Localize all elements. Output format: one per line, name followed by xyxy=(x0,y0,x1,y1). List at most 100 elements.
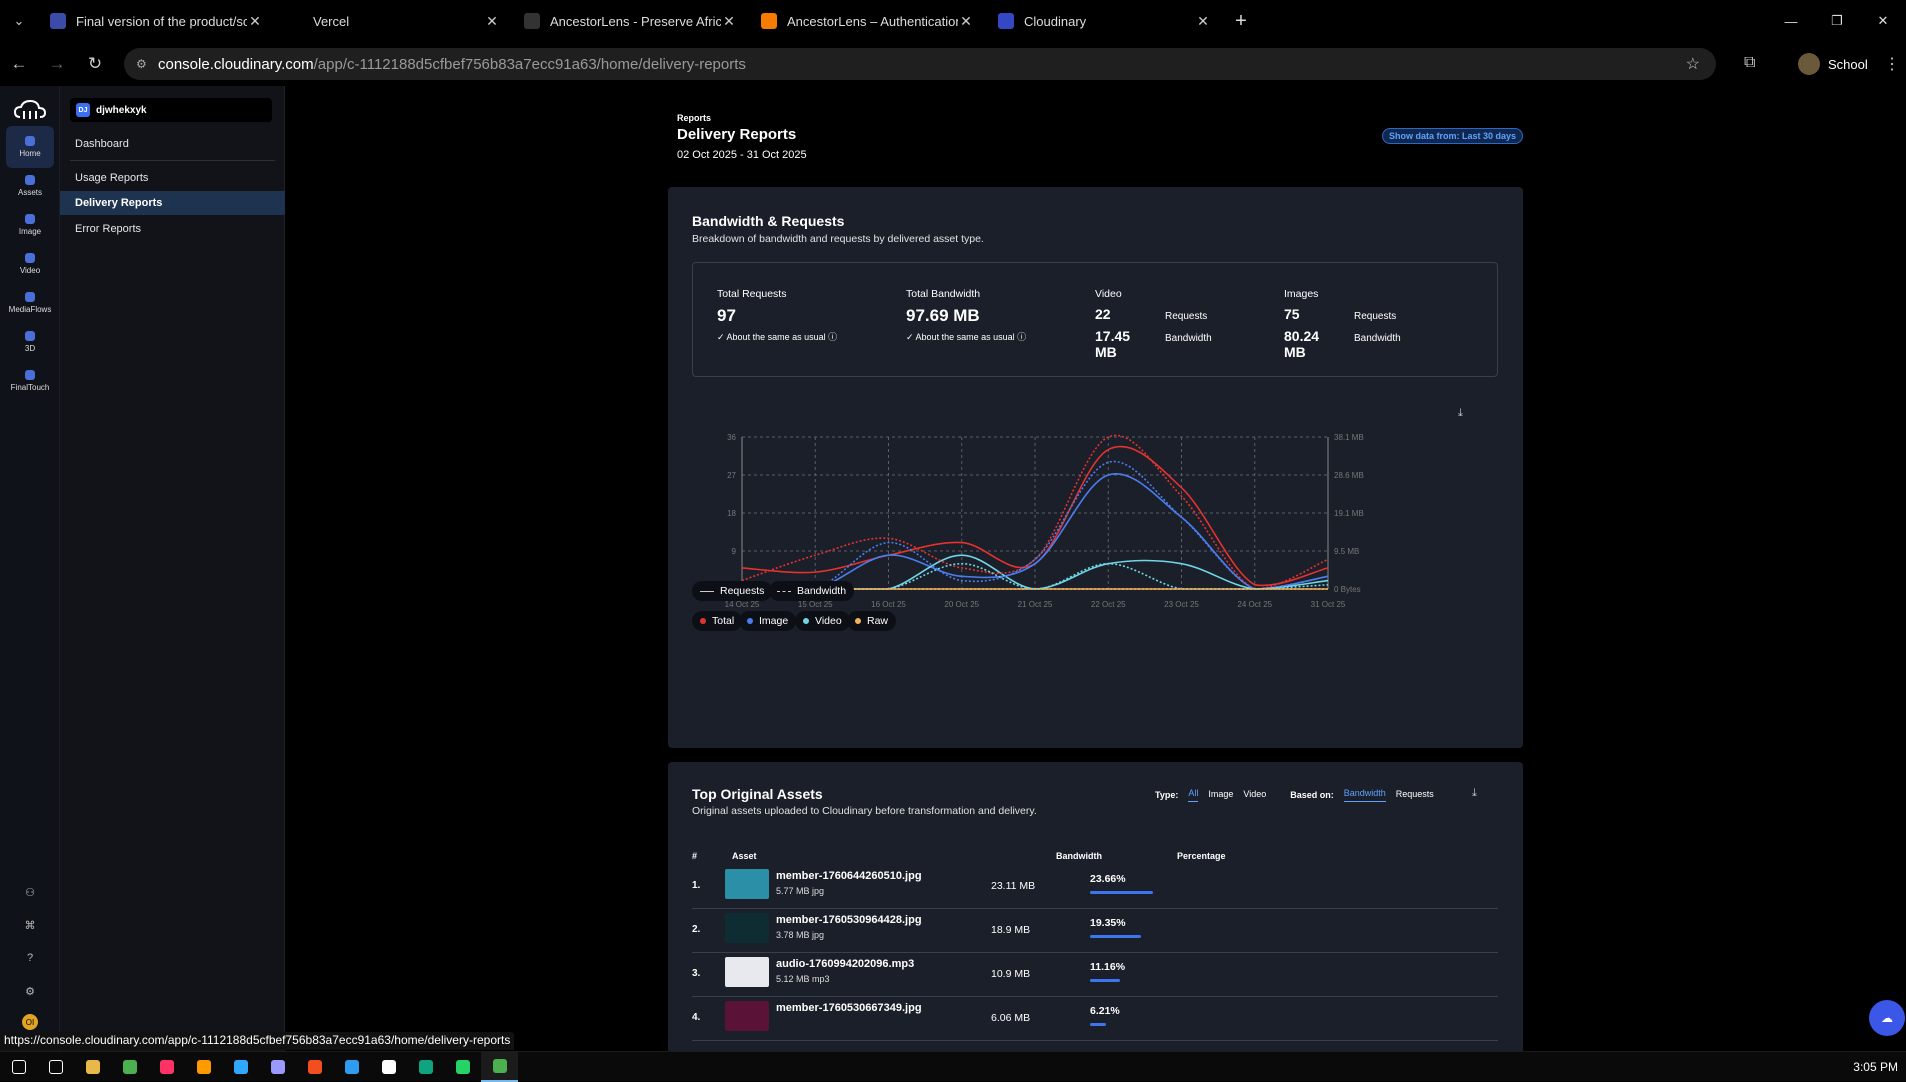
table-row[interactable]: 4. member-1760530667349.jpg 6.06 MB 6.21% xyxy=(692,997,1498,1041)
taskbar-app[interactable] xyxy=(407,1052,444,1082)
nav-error-reports[interactable]: Error Reports xyxy=(60,217,285,241)
info-icon[interactable]: ⓘ xyxy=(1017,332,1026,342)
icon-rail: Home Assets Image Video MediaFlows 3D FinalTou… xyxy=(0,86,60,1051)
cloudinary-logo-icon[interactable] xyxy=(14,100,46,120)
nav-delivery-reports[interactable]: Delivery Reports xyxy=(60,191,285,215)
taskbar-app[interactable] xyxy=(185,1052,222,1082)
start-icon xyxy=(11,1059,26,1074)
nav-dashboard[interactable]: Dashboard xyxy=(60,132,285,156)
taskbar-app[interactable] xyxy=(0,1052,37,1082)
settings-gear-icon[interactable]: ⚙ xyxy=(22,985,38,1001)
asset-percentage: 6.21% xyxy=(1090,1005,1120,1017)
taskbar-app[interactable] xyxy=(296,1052,333,1082)
asset-name[interactable]: member-1760644260510.jpg xyxy=(776,870,922,882)
taskbar-app[interactable] xyxy=(259,1052,296,1082)
taskbar-app[interactable] xyxy=(481,1051,518,1082)
invite-user-icon[interactable]: ⚇ xyxy=(22,886,38,902)
legend-video[interactable]: Video xyxy=(795,611,850,631)
legend-requests[interactable]: Requests xyxy=(692,581,773,601)
type-image[interactable]: Image xyxy=(1208,789,1233,802)
rail-finaltouch[interactable]: FinalTouch xyxy=(6,360,54,402)
asset-name[interactable]: member-1760530667349.jpg xyxy=(776,1002,922,1014)
help-icon[interactable]: ? xyxy=(22,952,38,968)
taskbar-app[interactable] xyxy=(444,1052,481,1082)
profile-name: School xyxy=(1828,56,1868,72)
taskbar-app[interactable] xyxy=(74,1052,111,1082)
taskbar-app[interactable] xyxy=(111,1052,148,1082)
browser-tab[interactable]: AncestorLens - Preserve African ✕ xyxy=(512,0,749,42)
rail-label: Image xyxy=(18,227,42,236)
tab-search-button[interactable]: ⌄ xyxy=(0,0,38,42)
breadcrumb: Reports xyxy=(677,113,712,123)
taskbar-app[interactable] xyxy=(37,1052,74,1082)
asset-name[interactable]: member-1760530964428.jpg xyxy=(776,914,922,926)
rail-image[interactable]: Image xyxy=(6,204,54,246)
download-icon[interactable]: ⤓ xyxy=(1472,787,1477,800)
close-window-button[interactable]: ✕ xyxy=(1860,13,1906,29)
tab-close-icon[interactable]: ✕ xyxy=(1195,13,1211,30)
legend-image[interactable]: Image xyxy=(739,611,797,631)
back-button[interactable]: ← xyxy=(0,54,38,74)
forward-button[interactable]: → xyxy=(38,54,76,74)
home-icon xyxy=(25,136,35,146)
legend-bandwidth[interactable]: Bandwidth xyxy=(769,581,855,601)
rail-video[interactable]: Video xyxy=(6,243,54,285)
type-all[interactable]: All xyxy=(1188,788,1199,802)
rail-3d[interactable]: 3D xyxy=(6,321,54,363)
restore-button[interactable]: ❐ xyxy=(1814,13,1860,29)
puzzle-icon[interactable]: ⌘ xyxy=(22,919,38,935)
asset-thumbnail[interactable] xyxy=(725,913,769,943)
taskbar-app[interactable] xyxy=(333,1052,370,1082)
browser-tab[interactable]: Final version of the product/sol ✕ xyxy=(38,0,275,42)
y-tick-left: 9 xyxy=(732,547,737,556)
browser-tab[interactable]: AncestorLens – Authentication ✕ xyxy=(749,0,986,42)
rail-label: Home xyxy=(19,149,41,158)
rail-home[interactable]: Home xyxy=(6,126,54,168)
table-row[interactable]: 1. member-1760644260510.jpg 5.77 MB jpg 23.… xyxy=(692,865,1498,909)
taskbar-app[interactable] xyxy=(148,1052,185,1082)
support-chat-button[interactable]: ☁ xyxy=(1869,1000,1905,1036)
type-video[interactable]: Video xyxy=(1243,789,1266,802)
rail-assets[interactable]: Assets xyxy=(6,165,54,207)
product-environment-select[interactable]: DJ djwhekxyk xyxy=(70,98,272,122)
tab-close-icon[interactable]: ✕ xyxy=(958,13,974,30)
tab-close-icon[interactable]: ✕ xyxy=(484,13,500,30)
taskbar-app[interactable] xyxy=(370,1052,407,1082)
asset-thumbnail[interactable] xyxy=(725,869,769,899)
based-bandwidth[interactable]: Bandwidth xyxy=(1343,788,1386,802)
date-filter-button[interactable]: Show data from: Last 30 days xyxy=(1382,128,1524,144)
address-bar[interactable]: ⚙ console.cloudinary.com/app/c-1112188d5… xyxy=(124,48,1716,80)
legend-total[interactable]: Total xyxy=(692,611,743,631)
nav-usage-reports[interactable]: Usage Reports xyxy=(60,166,285,190)
legend-raw[interactable]: Raw xyxy=(847,611,897,631)
table-row[interactable]: 3. audio-1760994202096.mp3 5.12 MB mp3 10.9… xyxy=(692,953,1498,997)
info-icon[interactable]: ⓘ xyxy=(828,332,837,342)
browser-tab[interactable]: Cloudinary ✕ xyxy=(986,0,1223,42)
minimize-button[interactable]: — xyxy=(1768,14,1814,29)
tab-close-icon[interactable]: ✕ xyxy=(721,13,737,30)
based-requests[interactable]: Requests xyxy=(1396,789,1434,802)
stat-video: Video 22 Requests 17.45 MB Bandwidth xyxy=(1095,288,1212,360)
extensions-icon[interactable]: ⧉ xyxy=(1744,54,1755,72)
bookmark-star-icon[interactable]: ☆ xyxy=(1686,54,1700,74)
browser-tab[interactable]: Vercel ✕ xyxy=(275,0,512,42)
asset-thumbnail[interactable] xyxy=(725,1001,769,1031)
stat-label: Total Requests xyxy=(717,288,787,300)
browser-menu-icon[interactable]: ⋮ xyxy=(1884,54,1900,74)
site-info-icon[interactable]: ⚙ xyxy=(136,57,158,71)
download-icon[interactable]: ⤓ xyxy=(1458,407,1463,420)
table-row[interactable]: 2. member-1760530964428.jpg 3.78 MB jpg 18.… xyxy=(692,909,1498,953)
asset-thumbnail[interactable] xyxy=(725,957,769,987)
profile-button[interactable]: School xyxy=(1798,50,1868,78)
new-tab-button[interactable]: + xyxy=(1223,10,1259,33)
rail-mediaflows[interactable]: MediaFlows xyxy=(6,282,54,324)
user-avatar[interactable]: OI xyxy=(22,1014,38,1030)
taskbar-app[interactable] xyxy=(222,1052,259,1082)
chrome-icon xyxy=(122,1059,137,1074)
stat-total-bandwidth: Total Bandwidth 97.69 MB ✓ About the sam… xyxy=(906,288,1026,343)
tab-close-icon[interactable]: ✕ xyxy=(247,13,263,30)
y-tick-right: 38.1 MB xyxy=(1334,433,1364,442)
asset-name[interactable]: audio-1760994202096.mp3 xyxy=(776,958,914,970)
check-icon: ✓ xyxy=(717,332,727,342)
reload-button[interactable]: ↻ xyxy=(76,54,114,74)
